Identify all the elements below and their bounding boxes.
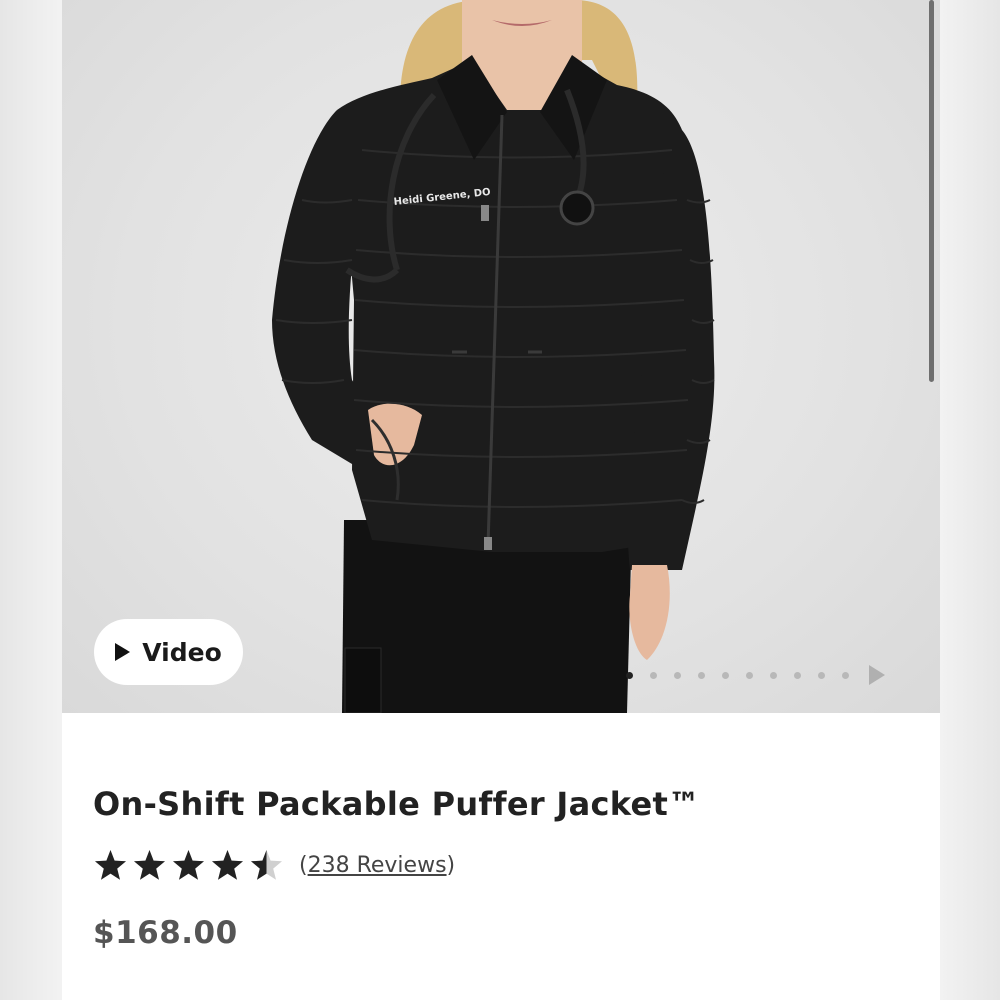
carousel-dot[interactable]	[794, 671, 801, 679]
product-image[interactable]: Heidi Greene, DO Video	[62, 0, 940, 713]
product-photo-illustration: Heidi Greene, DO	[272, 0, 715, 713]
carousel-next-icon[interactable]	[869, 665, 885, 685]
carousel-dot[interactable]	[650, 671, 657, 679]
zipper-bottom	[484, 537, 492, 550]
stethoscope-chestpiece	[559, 190, 595, 226]
product-card: Heidi Greene, DO Video On-Shift Packable…	[62, 0, 940, 1000]
carousel-dot[interactable]	[746, 671, 753, 679]
star-half-icon	[251, 850, 282, 880]
page: Heidi Greene, DO Video On-Shift Packable…	[0, 0, 1000, 1000]
carousel-dot[interactable]	[818, 671, 825, 679]
carousel-indicators	[626, 665, 885, 685]
reviews-count: 238 Reviews	[307, 853, 447, 878]
product-price: $168.00	[93, 915, 238, 951]
carousel-dot[interactable]	[698, 671, 705, 679]
zipper-pull	[481, 205, 489, 221]
star-full-icon	[212, 850, 243, 880]
play-icon	[115, 643, 131, 661]
carousel-dot[interactable]	[770, 671, 777, 679]
carousel-dot[interactable]	[674, 671, 681, 679]
star-full-icon	[134, 850, 165, 880]
model-right-hand	[629, 565, 670, 660]
star-full-icon	[173, 850, 204, 880]
star-full-icon	[95, 850, 126, 880]
reviews-link[interactable]: (238 Reviews)	[299, 853, 455, 878]
reviews-paren-open: (	[299, 853, 308, 878]
video-button[interactable]: Video	[94, 619, 243, 685]
carousel-dot[interactable]	[842, 671, 849, 679]
video-label: Video	[142, 637, 222, 667]
product-title: On-Shift Packable Puffer Jacket™	[93, 785, 701, 823]
carousel-dot[interactable]	[626, 671, 633, 679]
star-rating	[93, 848, 284, 883]
reviews-paren-close: )	[446, 853, 456, 878]
carousel-dot[interactable]	[722, 671, 729, 679]
rating-row: (238 Reviews)	[93, 848, 455, 883]
pants-pocket	[344, 647, 382, 713]
scrollbar[interactable]	[929, 0, 934, 382]
